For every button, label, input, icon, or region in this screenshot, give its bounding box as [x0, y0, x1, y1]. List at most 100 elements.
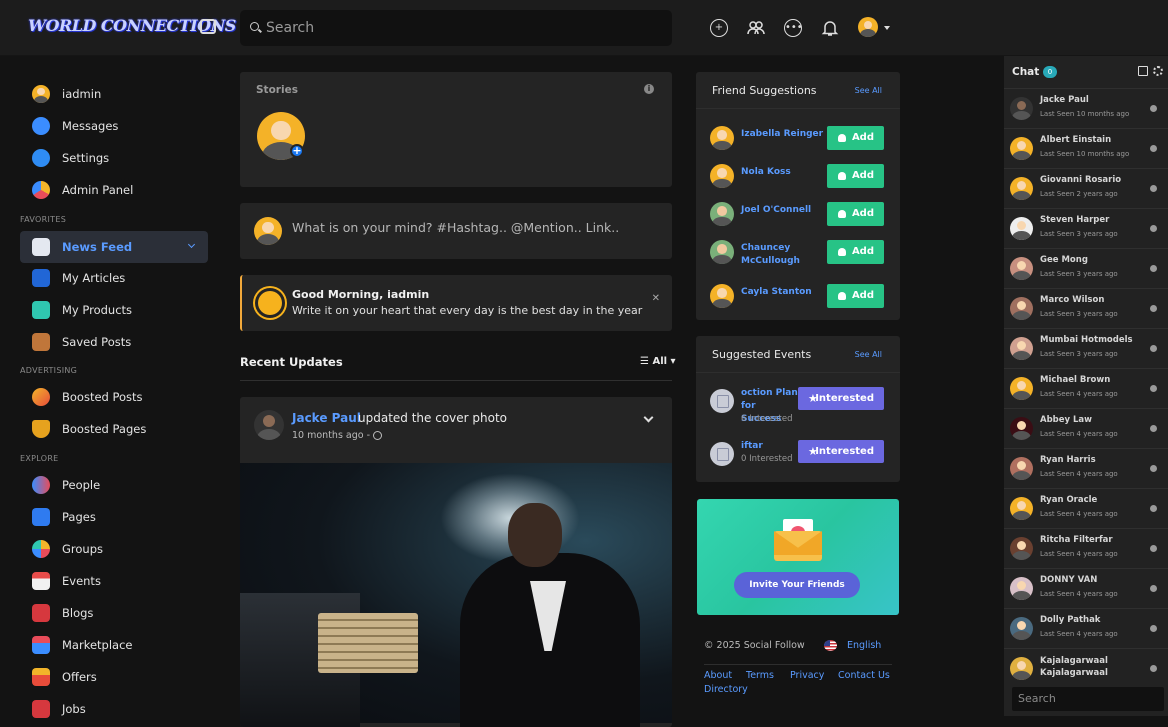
chat-contact[interactable]: Steven Harper Last Seen 3 years ago: [1004, 208, 1168, 248]
suggestion-name[interactable]: Nola Koss: [741, 166, 825, 179]
info-icon[interactable]: i: [644, 84, 654, 94]
feed-post: Jacke Paul updated the cover photo 10 mo…: [240, 397, 672, 727]
sidebar-item-admin-panel[interactable]: Admin Panel: [20, 174, 208, 206]
chat-contact[interactable]: Ryan Oracle Last Seen 4 years ago: [1004, 488, 1168, 528]
sidebar-item-settings[interactable]: Settings: [20, 142, 208, 174]
sidebar-item-people[interactable]: People: [20, 469, 208, 501]
create-post-icon[interactable]: +: [710, 19, 728, 37]
add-friend-button[interactable]: Add: [827, 284, 884, 308]
interested-button[interactable]: Interested: [798, 440, 884, 463]
greeting-card: Good Morning, iadmin Write it on your he…: [240, 275, 672, 331]
feed-filter-dropdown[interactable]: ☰ All ▾: [640, 356, 676, 367]
chat-contact[interactable]: Albert Einstain Last Seen 10 months ago: [1004, 128, 1168, 168]
sidebar-item-marketplace[interactable]: Marketplace: [20, 629, 208, 661]
suggested-events-card: Suggested Events See All oction Plan for…: [696, 336, 900, 482]
add-story-icon[interactable]: +: [290, 144, 304, 158]
chat-contact[interactable]: DONNY VAN Last Seen 4 years ago: [1004, 568, 1168, 608]
add-friend-button[interactable]: Add: [827, 126, 884, 150]
contact-name: Gee Mong: [1040, 255, 1088, 265]
sidebar-item-label: Boosted Pages: [62, 422, 147, 436]
contact-avatar: [1010, 417, 1033, 440]
friends-icon[interactable]: [747, 19, 765, 37]
chat-bubble-icon[interactable]: •••: [784, 19, 803, 37]
see-all-link[interactable]: See All: [855, 86, 882, 95]
chat-contact[interactable]: Abbey Law Last Seen 4 years ago: [1004, 408, 1168, 448]
home-icon[interactable]: [200, 19, 216, 34]
cover-photo[interactable]: [240, 463, 672, 727]
chevron-down-icon[interactable]: [187, 240, 196, 249]
interested-label: Interested: [815, 446, 874, 457]
bell-icon[interactable]: [821, 19, 839, 37]
suggestion-avatar[interactable]: [710, 240, 734, 264]
add-friend-button[interactable]: Add: [827, 240, 884, 264]
language-selector[interactable]: English: [847, 640, 881, 651]
add-friend-button[interactable]: Add: [827, 164, 884, 188]
footer-link-privacy[interactable]: Privacy: [790, 670, 824, 681]
suggestion-avatar[interactable]: [710, 284, 734, 308]
chat-contact[interactable]: Ritcha Filterfar Last Seen 4 years ago: [1004, 528, 1168, 568]
composer-placeholder[interactable]: What is on your mind? #Hashtag.. @Mentio…: [292, 220, 619, 235]
sidebar-item-jobs[interactable]: Jobs: [20, 693, 208, 725]
sidebar-item-news-feed[interactable]: News Feed: [20, 231, 208, 263]
sidebar-item-label: My Products: [62, 303, 133, 317]
chat-contact[interactable]: Ryan Harris Last Seen 4 years ago: [1004, 448, 1168, 488]
status-dot: [1150, 385, 1157, 392]
post-author-link[interactable]: Jacke Paul: [292, 411, 361, 425]
suggestion-name[interactable]: Chauncey McCullough: [741, 242, 825, 268]
sidebar-item-label: Marketplace: [62, 638, 133, 652]
sidebar-item-my-articles[interactable]: My Articles: [20, 262, 208, 294]
status-dot: [1150, 505, 1157, 512]
see-all-link[interactable]: See All: [855, 350, 882, 359]
chat-search-input[interactable]: Search: [1012, 687, 1164, 711]
add-friend-button[interactable]: Add: [827, 202, 884, 226]
gear-icon[interactable]: [1153, 66, 1163, 76]
sidebar-item-pages[interactable]: Pages: [20, 501, 208, 533]
contact-last-seen: Last Seen 4 years ago: [1040, 590, 1118, 598]
sidebar-item-label: iadmin: [62, 87, 102, 101]
footer-link-contact[interactable]: Contact Us: [838, 670, 890, 681]
suggestion-avatar[interactable]: [710, 126, 734, 150]
event-name[interactable]: iftar: [741, 440, 799, 453]
footer-link-terms[interactable]: Terms: [746, 670, 774, 681]
suggestion-avatar[interactable]: [710, 202, 734, 226]
invite-friends-button[interactable]: Invite Your Friends: [734, 572, 860, 598]
edit-icon[interactable]: [1138, 66, 1148, 76]
sidebar-item-events[interactable]: Events: [20, 565, 208, 597]
post-options-chevron-icon[interactable]: [643, 412, 654, 423]
sidebar-item-offers[interactable]: Offers: [20, 661, 208, 693]
chat-contact[interactable]: Michael Brown Last Seen 4 years ago: [1004, 368, 1168, 408]
post-composer[interactable]: What is on your mind? #Hashtag.. @Mentio…: [240, 203, 672, 259]
suggestion-name[interactable]: Joel O'Connell: [741, 204, 825, 217]
footer-link-about[interactable]: About: [704, 670, 732, 681]
sidebar-item-boosted-posts[interactable]: Boosted Posts: [20, 381, 208, 413]
sidebar-item-label: Admin Panel: [62, 183, 134, 197]
suggestion-avatar[interactable]: [710, 164, 734, 188]
chat-contact[interactable]: Marco Wilson Last Seen 3 years ago: [1004, 288, 1168, 328]
chat-contact[interactable]: Kajalagarwaal Kajalagarwaal: [1004, 648, 1168, 688]
sidebar-item-blogs[interactable]: Blogs: [20, 597, 208, 629]
chat-contact[interactable]: Mumbai Hotmodels Last Seen 3 years ago: [1004, 328, 1168, 368]
sidebar-item-messages[interactable]: Messages: [20, 110, 208, 142]
blog-icon: [32, 604, 50, 622]
interested-button[interactable]: Interested: [798, 387, 884, 410]
suggestion-name[interactable]: Cayla Stanton: [741, 286, 825, 299]
sidebar-item-my-products[interactable]: My Products: [20, 294, 208, 326]
chat-contact[interactable]: Giovanni Rosario Last Seen 2 years ago: [1004, 168, 1168, 208]
chat-contact[interactable]: Jacke Paul Last Seen 10 months ago: [1004, 88, 1168, 128]
post-author-avatar[interactable]: [254, 410, 284, 440]
chevron-down-icon[interactable]: [884, 26, 890, 30]
search-input[interactable]: Search: [240, 10, 672, 46]
footer-link-directory[interactable]: Directory: [704, 684, 748, 695]
sidebar-item-saved-posts[interactable]: Saved Posts: [20, 326, 208, 358]
status-dot: [1150, 265, 1157, 272]
suggestion-name[interactable]: Izabella Reinger: [741, 128, 825, 141]
sidebar-item-groups[interactable]: Groups: [20, 533, 208, 565]
chat-contact[interactable]: Dolly Pathak Last Seen 4 years ago: [1004, 608, 1168, 648]
user-avatar[interactable]: [858, 17, 878, 37]
chat-contact[interactable]: Gee Mong Last Seen 3 years ago: [1004, 248, 1168, 288]
post-timestamp[interactable]: 10 months ago -: [292, 430, 370, 441]
close-icon[interactable]: ✕: [652, 293, 660, 304]
contact-last-seen: Last Seen 4 years ago: [1040, 470, 1118, 478]
sidebar-item-profile[interactable]: iadmin: [20, 78, 208, 110]
sidebar-item-boosted-pages[interactable]: Boosted Pages: [20, 413, 208, 445]
